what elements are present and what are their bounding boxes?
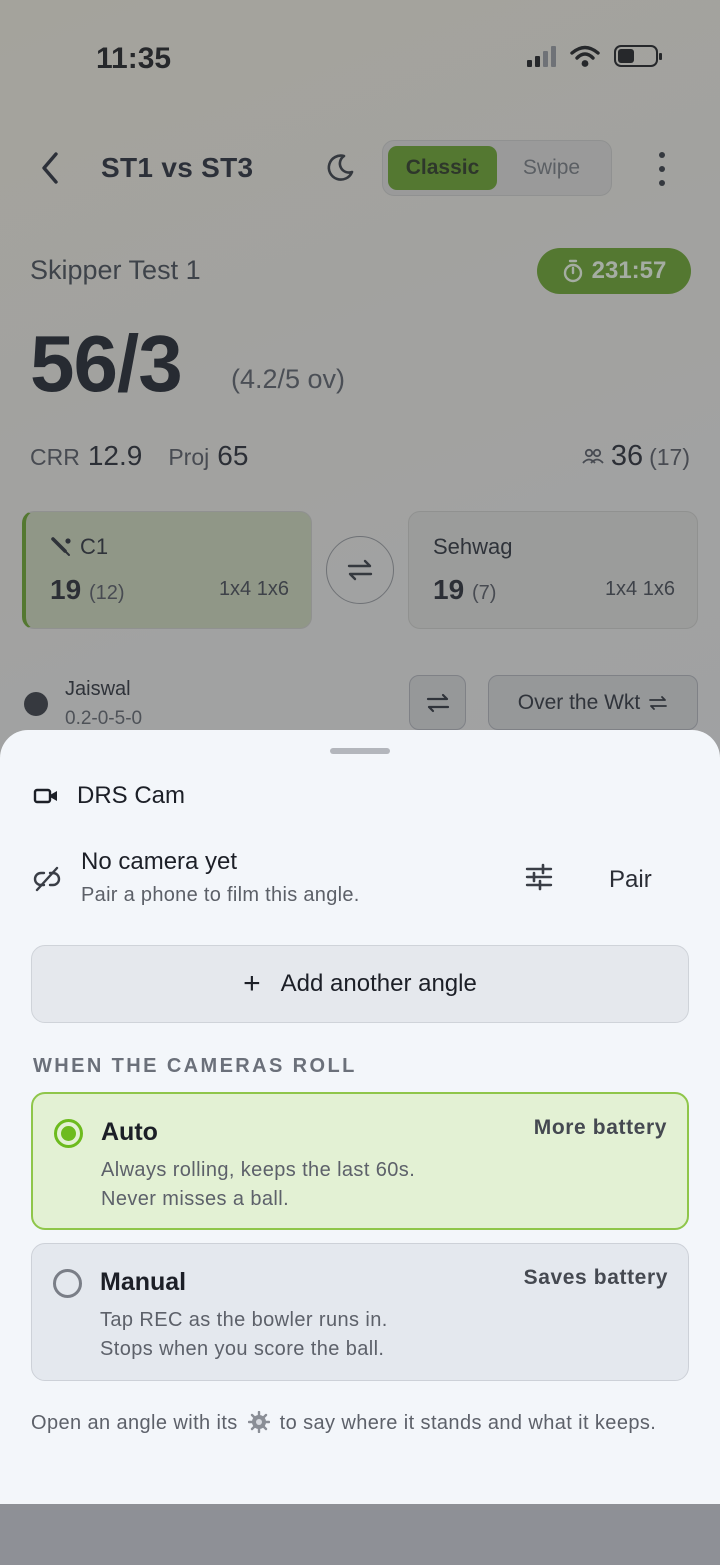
manual-description: Tap REC as the bowler runs in. Stops whe… xyxy=(100,1306,388,1364)
link-off-icon xyxy=(33,866,61,892)
add-angle-label: Add another angle xyxy=(280,970,477,997)
manual-desc-line1: Tap REC as the bowler runs in. xyxy=(100,1309,388,1331)
auto-tag: More battery xyxy=(533,1116,667,1139)
manual-radio[interactable] xyxy=(53,1269,82,1298)
pair-button[interactable]: Pair xyxy=(609,866,652,894)
camera-subtitle: Pair a phone to film this angle. xyxy=(81,884,360,906)
add-angle-button[interactable]: + Add another angle xyxy=(31,945,689,1023)
home-indicator-area xyxy=(0,1504,720,1565)
sheet-footnote: Open an angle with its to say where it s… xyxy=(31,1409,691,1438)
camera-title: No camera yet xyxy=(81,848,238,875)
auto-desc-line2: Never misses a ball. xyxy=(101,1188,290,1210)
auto-desc-line1: Always rolling, keeps the last 60s. xyxy=(101,1159,416,1181)
camera-row: No camera yet Pair a phone to film this … xyxy=(0,842,720,912)
auto-title: Auto xyxy=(101,1118,158,1146)
sheet-title: DRS Cam xyxy=(77,782,186,809)
manual-desc-line2: Stops when you score the ball. xyxy=(100,1338,385,1360)
sheet-grabber[interactable] xyxy=(330,748,390,754)
auto-radio[interactable] xyxy=(54,1119,83,1148)
settings-sliders-icon[interactable] xyxy=(524,862,554,892)
video-camera-icon xyxy=(33,788,57,804)
sheet-title-row: DRS Cam xyxy=(33,782,185,810)
auto-description: Always rolling, keeps the last 60s. Neve… xyxy=(101,1156,415,1214)
section-label: WHEN THE CAMERAS ROLL xyxy=(33,1055,357,1077)
footnote-before: Open an angle with its xyxy=(31,1412,238,1434)
option-manual[interactable]: Manual Saves battery Tap REC as the bowl… xyxy=(31,1243,689,1381)
gear-icon xyxy=(247,1411,270,1433)
footnote-after: to say where it stands and what it keeps… xyxy=(279,1412,657,1434)
manual-tag: Saves battery xyxy=(523,1266,668,1289)
option-auto[interactable]: Auto More battery Always rolling, keeps … xyxy=(31,1092,689,1230)
drs-cam-sheet: DRS Cam No camera yet Pair a phone to fi… xyxy=(0,730,720,1504)
plus-icon: + xyxy=(243,967,261,1000)
manual-title: Manual xyxy=(100,1268,187,1296)
